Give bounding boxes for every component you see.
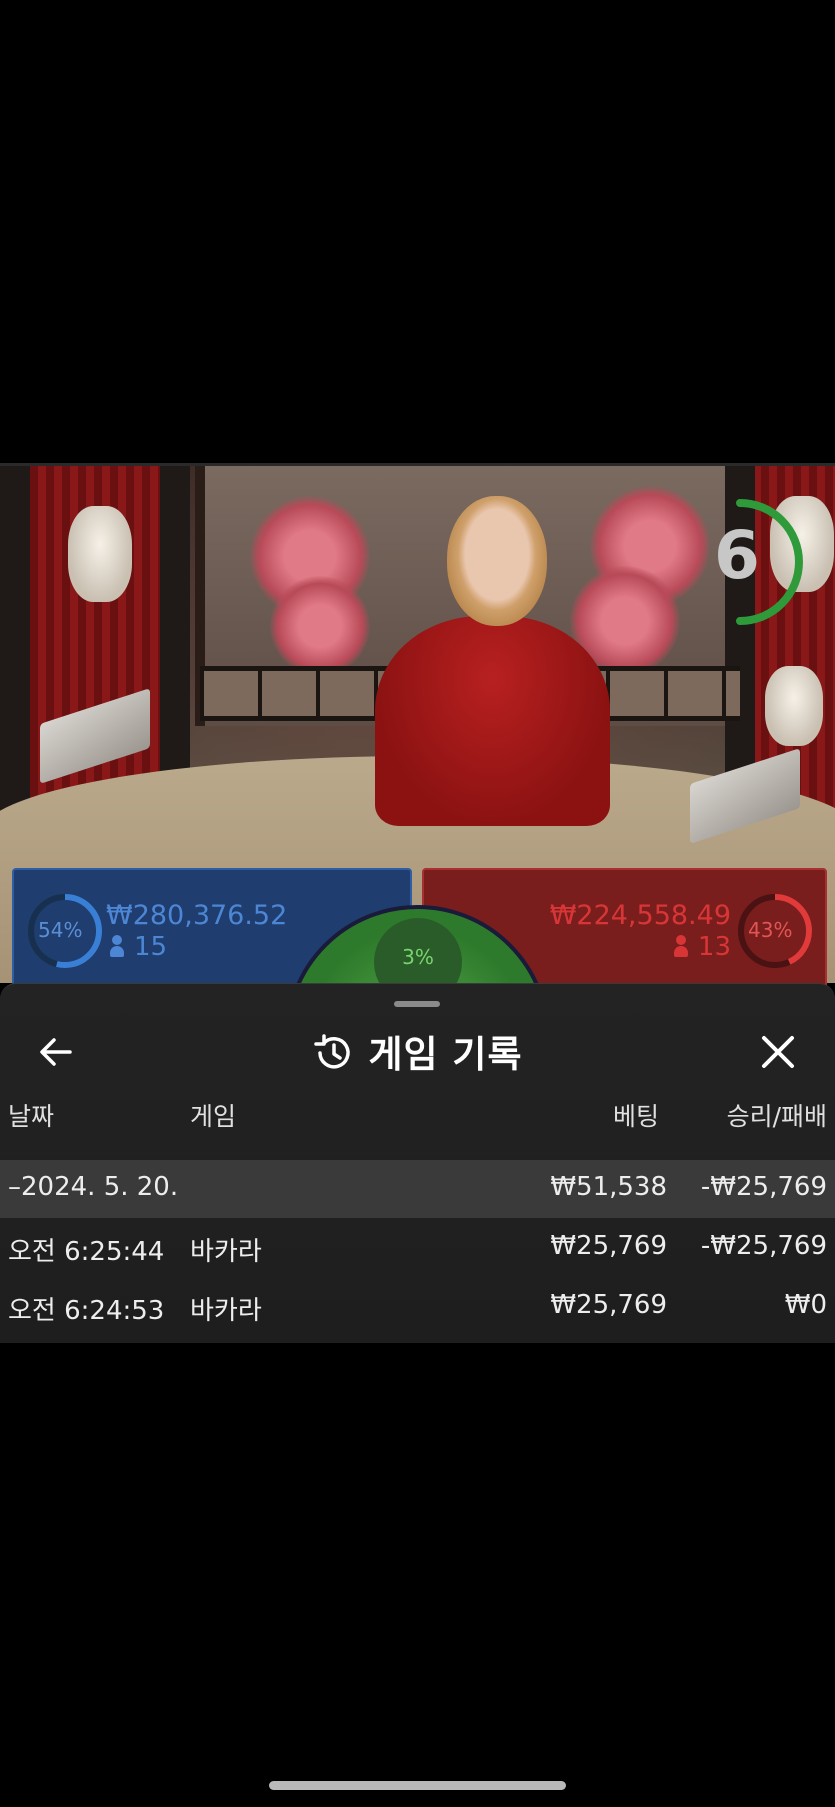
table-row[interactable]: 오전 6:24:53 바카라 ₩25,769 ₩0 xyxy=(0,1278,835,1336)
sheet-header: 게임 기록 xyxy=(0,1024,835,1078)
banker-percent: 43% xyxy=(748,918,793,942)
column-header-game: 게임 xyxy=(190,1102,237,1131)
row-time: 오전 6:24:53 xyxy=(8,1296,165,1326)
player-amount: ₩280,376.52 xyxy=(106,900,288,931)
person-icon xyxy=(110,935,124,957)
row-result: ₩0 xyxy=(784,1290,827,1320)
group-date: 2024. 5. 20. xyxy=(21,1172,179,1202)
blossom-decoration xyxy=(270,576,370,676)
close-button[interactable] xyxy=(756,1030,800,1074)
game-history-sheet: 게임 기록 날짜 게임 베팅 승리/패배 –2024. 5. 20. ₩51,5… xyxy=(0,983,835,1343)
countdown-timer: 6 xyxy=(700,497,805,627)
row-game: 바카라 xyxy=(190,1296,262,1326)
column-header-date: 날짜 xyxy=(8,1102,55,1131)
tie-percent: 3% xyxy=(402,945,434,969)
group-bet: ₩51,538 xyxy=(550,1172,667,1202)
row-time: 오전 6:25:44 xyxy=(8,1237,165,1267)
row-bet: ₩25,769 xyxy=(550,1290,667,1320)
history-icon xyxy=(314,1034,351,1069)
date-group-row[interactable]: –2024. 5. 20. ₩51,538 -₩25,769 xyxy=(0,1160,835,1218)
lantern xyxy=(765,666,823,746)
collapse-toggle[interactable]: –2024. 5. 20. xyxy=(8,1172,178,1202)
player-percent: 54% xyxy=(38,918,83,942)
row-bet: ₩25,769 xyxy=(550,1231,667,1261)
countdown-number: 6 xyxy=(714,517,760,594)
home-indicator[interactable] xyxy=(269,1781,566,1790)
dealer xyxy=(375,616,610,826)
group-result: -₩25,769 xyxy=(700,1172,827,1202)
lantern xyxy=(68,506,132,602)
close-icon xyxy=(762,1036,794,1068)
banker-amount: ₩224,558.49 xyxy=(549,900,731,931)
row-result: -₩25,769 xyxy=(700,1231,827,1261)
sheet-drag-handle[interactable] xyxy=(394,1001,440,1007)
person-icon xyxy=(673,935,688,957)
minus-icon: – xyxy=(8,1172,21,1202)
sheet-title: 게임 기록 xyxy=(368,1033,523,1076)
dealer-head xyxy=(447,496,547,626)
column-header-bet: 베팅 xyxy=(612,1102,659,1131)
table-row[interactable]: 오전 6:25:44 바카라 ₩25,769 -₩25,769 xyxy=(0,1219,835,1277)
player-count: 15 xyxy=(110,932,167,962)
banker-count: 13 xyxy=(673,932,731,962)
row-game: 바카라 xyxy=(190,1237,262,1267)
column-header-result: 승리/패배 xyxy=(726,1102,827,1131)
